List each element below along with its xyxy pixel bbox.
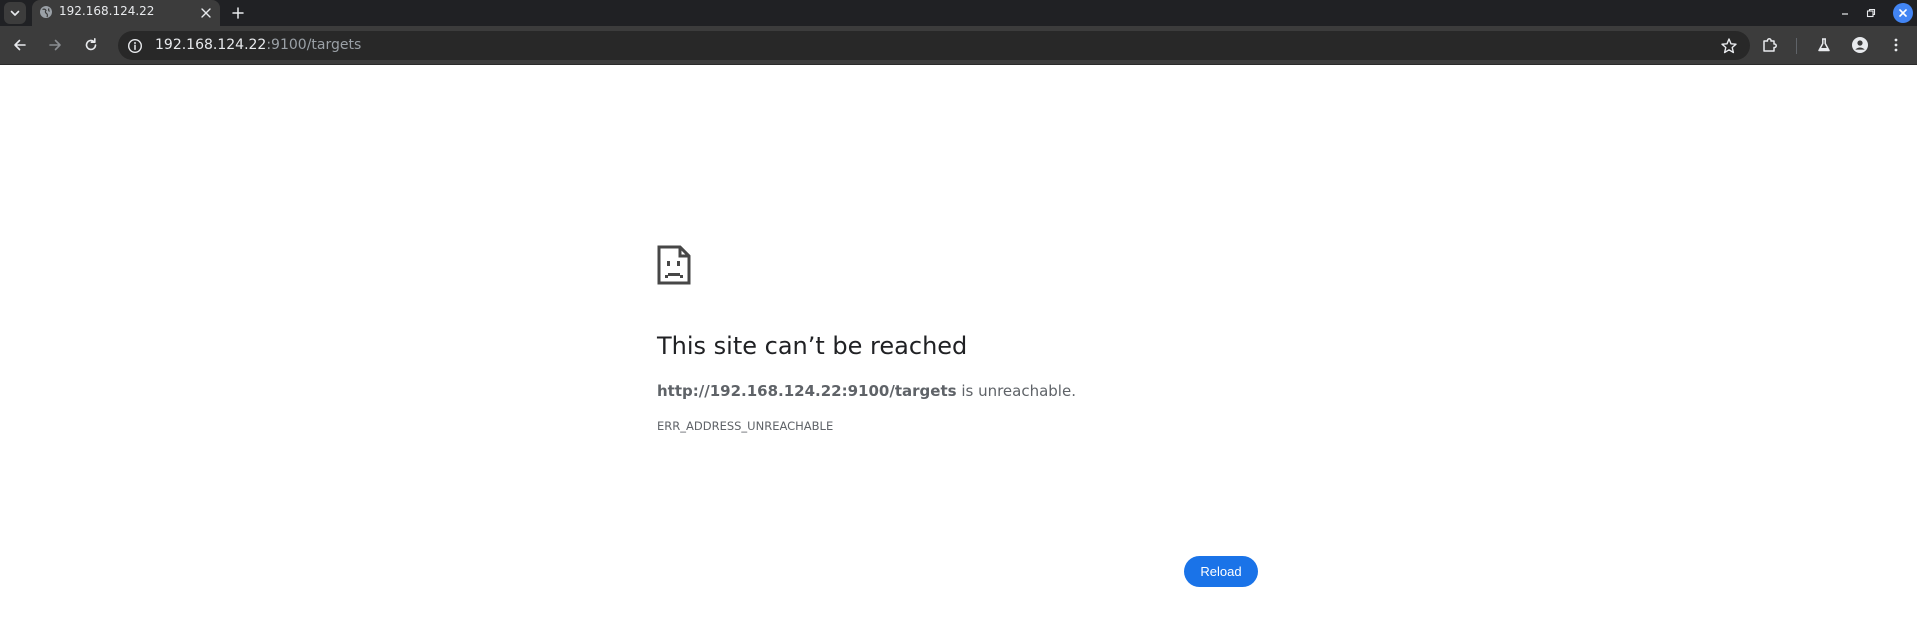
new-tab-button[interactable] xyxy=(228,3,248,23)
address-bar[interactable]: 192.168.124.22:9100/targets xyxy=(118,31,1750,60)
error-page: This site can’t be reached http://192.16… xyxy=(0,66,1917,626)
globe-icon xyxy=(40,6,52,18)
close-icon xyxy=(1899,9,1907,17)
reload-button[interactable]: Reload xyxy=(1184,556,1258,587)
reload-icon xyxy=(85,38,97,51)
info-icon[interactable] xyxy=(127,38,143,54)
plus-icon xyxy=(232,7,244,19)
puzzle-icon xyxy=(1763,38,1777,52)
minimize-icon xyxy=(1842,13,1848,15)
labs-button[interactable] xyxy=(1814,35,1834,55)
forward-button[interactable] xyxy=(45,35,65,55)
reload-toolbar-button[interactable] xyxy=(81,35,101,55)
back-button[interactable] xyxy=(10,35,30,55)
window-close-button[interactable] xyxy=(1893,3,1913,23)
error-detail-suffix: is unreachable. xyxy=(956,382,1076,400)
extensions-button[interactable] xyxy=(1760,35,1780,55)
error-code: ERR_ADDRESS_UNREACHABLE xyxy=(657,419,834,433)
error-url: http://192.168.124.22:9100/targets xyxy=(657,382,957,400)
minimize-button[interactable] xyxy=(1836,4,1854,22)
back-arrow-icon xyxy=(14,39,26,51)
url-host: 192.168.124.22 xyxy=(155,37,267,53)
close-icon xyxy=(201,8,211,18)
tab-search-button[interactable] xyxy=(4,2,26,24)
url-path: :9100/targets xyxy=(266,37,362,53)
profile-icon xyxy=(1852,37,1868,53)
profile-button[interactable] xyxy=(1850,35,1870,55)
menu-button[interactable] xyxy=(1886,35,1906,55)
tab-title: 192.168.124.22 xyxy=(59,4,155,18)
chevron-down-icon xyxy=(10,10,20,16)
tab-strip: 192.168.124.22 xyxy=(0,0,1917,26)
kebab-menu-icon xyxy=(1894,38,1898,52)
forward-arrow-icon xyxy=(49,39,61,51)
star-icon[interactable] xyxy=(1720,37,1738,55)
active-tab[interactable]: 192.168.124.22 xyxy=(32,0,220,26)
browser-toolbar: 192.168.124.22:9100/targets xyxy=(0,26,1917,65)
error-title: This site can’t be reached xyxy=(657,332,968,360)
sad-page-icon xyxy=(657,245,691,285)
url-text[interactable]: 192.168.124.22:9100/targets xyxy=(155,37,361,53)
restore-icon xyxy=(1866,8,1876,18)
error-detail: http://192.168.124.22:9100/targets is un… xyxy=(657,382,1076,400)
tab-close-button[interactable] xyxy=(198,5,214,21)
restore-button[interactable] xyxy=(1862,4,1880,22)
flask-icon xyxy=(1818,38,1830,52)
toolbar-divider xyxy=(1796,38,1797,54)
